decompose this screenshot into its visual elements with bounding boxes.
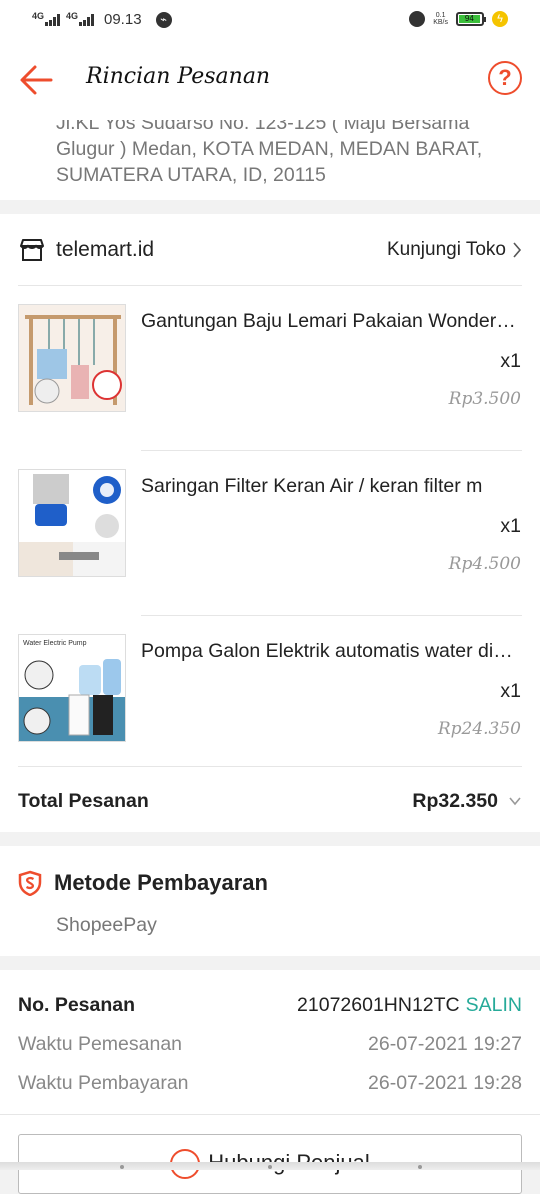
product-qty: x1 [500,515,521,537]
page-title: Rincian Pesanan [86,64,271,89]
chevron-down-icon [509,797,521,806]
app-header: Rincian Pesanan ? [0,40,540,120]
clock: 09.13 [104,11,142,28]
order-number-value-group: 21072601HN12TC SALIN [297,994,522,1017]
nav-dot [120,1165,124,1169]
net-speed-unit: KB/s [433,19,448,26]
battery-icon: 94 [456,12,486,26]
divider [18,766,522,767]
help-circle-icon[interactable]: ? [488,61,522,95]
payment-method-section: Metode Pembayaran ShopeePay [0,846,540,956]
shield-icon [18,870,42,896]
store-name: telemart.id [56,238,155,261]
product-name: Saringan Filter Keran Air / keran filter… [141,475,483,497]
order-time-value: 26-07-2021 19:27 [368,1033,522,1055]
total-label: Total Pesanan [18,790,149,812]
product-price: Rp4.500 [448,554,521,574]
order-number-value: 21072601HN12TC [297,994,460,1016]
arrow-left-icon[interactable] [18,62,54,98]
visit-store-label: Kunjungi Toko [386,239,506,260]
charging-icon: ϟ [492,11,508,27]
net-speed-value: 0.1 [435,12,446,19]
status-left: 4G 4G 09.13 ⌁ [32,11,172,28]
total-value: Rp32.350 [412,790,498,812]
product-name: Pompa Galon Elektrik automatis water dis… [141,640,521,662]
store-section: telemart.id Kunjungi Toko Gantungan Baju… [0,214,540,832]
list-item[interactable]: Water Electric Pump Pompa Galon Elektrik… [0,616,540,781]
payment-method-value: ShopeePay [56,914,157,936]
address-text: Jl.KL Yos Sudarso No. 123-125 ( Maju Ber… [56,120,483,186]
alarm-icon [409,11,426,27]
shipping-address-section: Jl.KL Yos Sudarso No. 123-125 ( Maju Ber… [0,120,540,200]
payment-title: Metode Pembayaran [54,870,268,895]
battery-level: 94 [459,15,480,23]
product-name: Gantungan Baju Lemari Pakaian Wonder Han… [141,310,521,332]
payment-time-label: Waktu Pembayaran [18,1072,189,1094]
list-item[interactable]: Gantungan Baju Lemari Pakaian Wonder Han… [0,286,540,451]
payment-time-value: 26-07-2021 19:28 [368,1072,522,1094]
network-type-1: 4G [32,10,45,21]
store-header[interactable]: telemart.id Kunjungi Toko [18,230,522,270]
status-bar: 4G 4G 09.13 ⌁ 0.1 KB/s 94 ϟ [0,0,540,40]
store-icon [20,239,44,261]
network-type-2: 4G [66,10,79,21]
signal-icon-2: 4G [66,10,94,26]
order-number-label: No. Pesanan [18,994,136,1016]
product-thumbnail-hanger [18,304,126,412]
notification-app-icon: ⌁ [155,11,172,28]
list-item[interactable]: Saringan Filter Keran Air / keran filter… [0,451,540,616]
chevron-right-icon [513,242,522,258]
order-info-section: No. Pesanan 21072601HN12TC SALIN Waktu Pe… [0,970,540,1194]
copy-button[interactable]: SALIN [466,994,522,1016]
visit-store-link[interactable]: Kunjungi Toko [387,239,522,261]
signal-icon: 4G [32,10,60,26]
product-thumbnail-filter [18,469,126,577]
nav-dot [418,1165,422,1169]
net-speed: 0.1 KB/s [433,12,448,26]
product-price: Rp3.500 [448,389,521,409]
svg-text:Water Electric Pump: Water Electric Pump [23,640,87,647]
product-qty: x1 [500,680,521,702]
nav-dot [268,1165,272,1169]
order-time-label: Waktu Pemesanan [18,1033,183,1055]
status-right: 0.1 KB/s 94 ϟ [409,11,508,27]
product-qty: x1 [500,350,521,372]
divider [0,1114,540,1115]
product-thumbnail-pump: Water Electric Pump [18,634,126,742]
product-price: Rp24.350 [437,719,521,739]
order-total-row[interactable]: Total Pesanan Rp32.350 [0,766,540,832]
